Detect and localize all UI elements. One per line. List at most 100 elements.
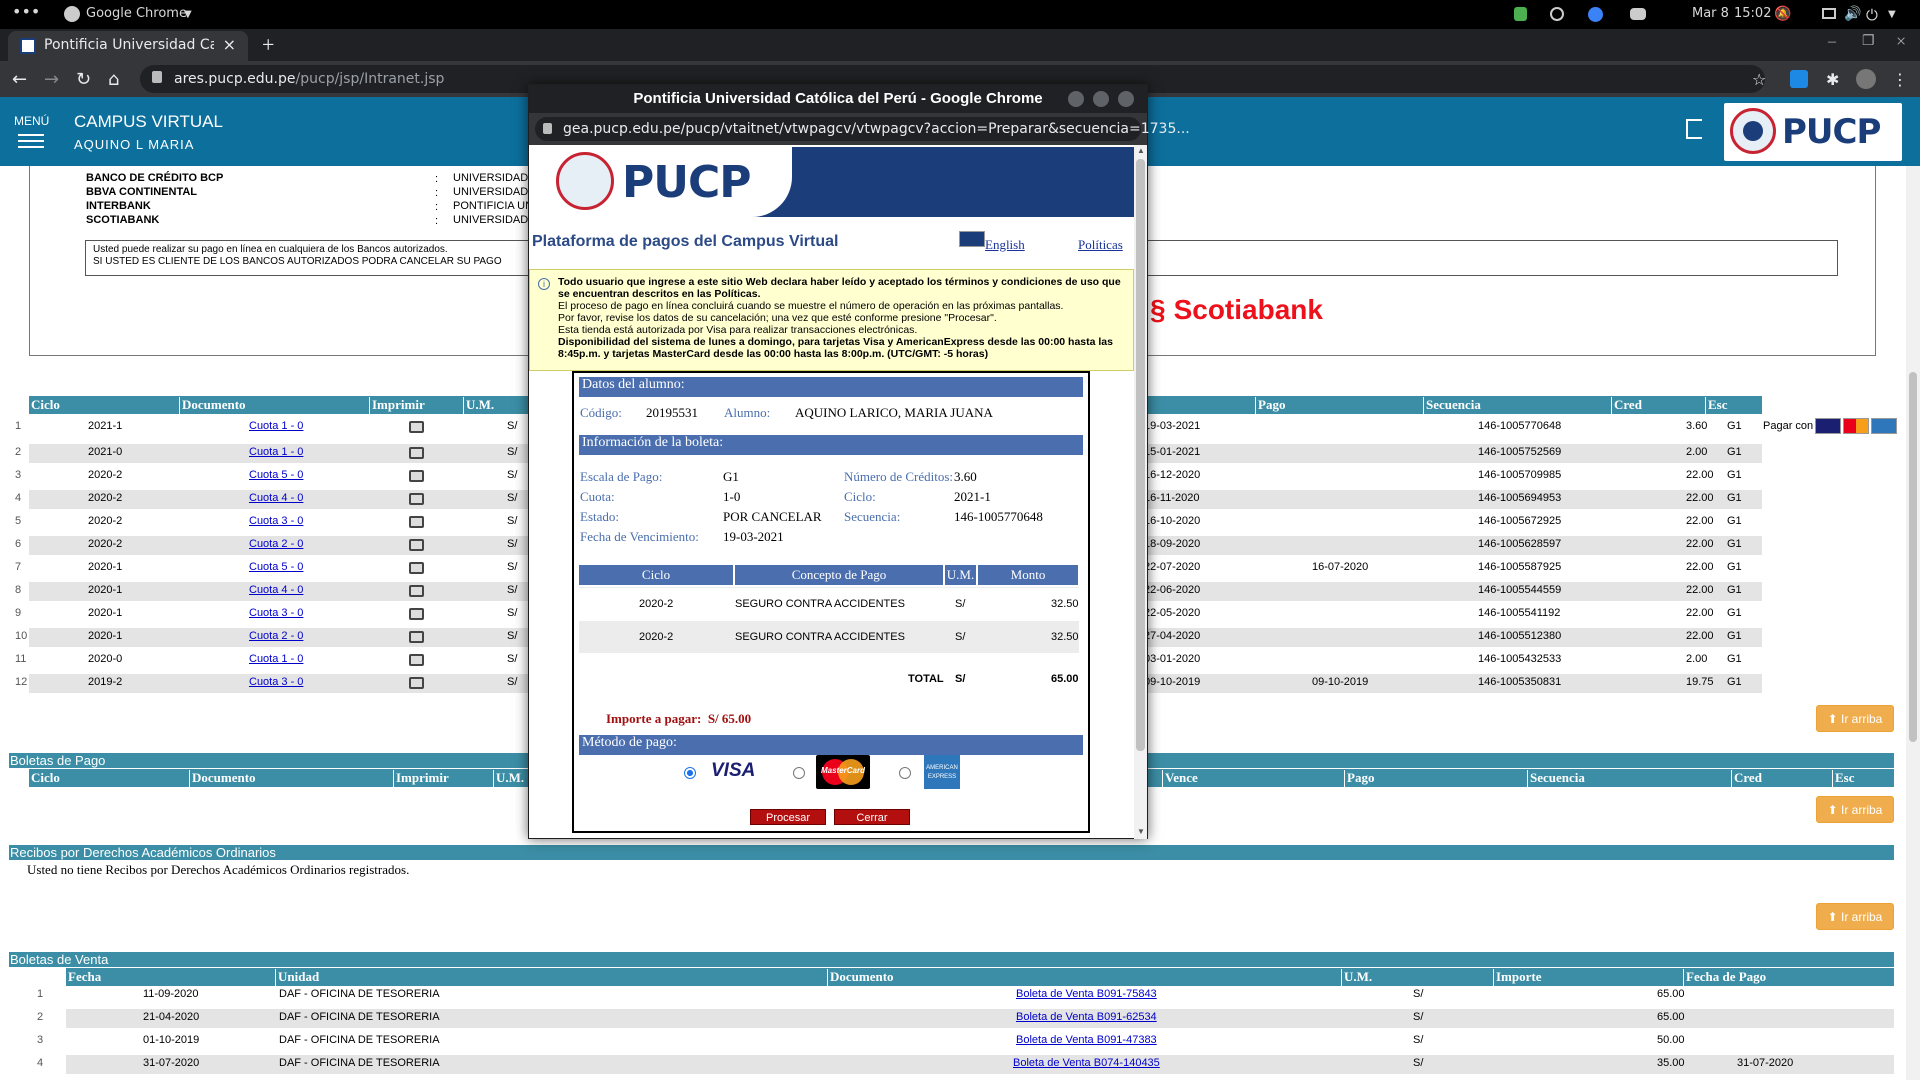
back-icon[interactable]: ← bbox=[12, 69, 27, 90]
app-menu-label[interactable]: Google Chrome bbox=[86, 6, 187, 21]
row-ciclo: 2020-2 bbox=[88, 515, 123, 527]
mastercard-card-icon[interactable] bbox=[1843, 418, 1869, 434]
printer-icon[interactable] bbox=[409, 516, 424, 528]
row-documento-link[interactable]: Cuota 3 - 0 bbox=[249, 676, 303, 688]
logout-icon[interactable] bbox=[1686, 119, 1702, 139]
close-tab-icon[interactable]: × bbox=[223, 35, 236, 54]
row-documento-link[interactable]: Boleta de Venta B091-47383 bbox=[1016, 1034, 1157, 1046]
amex-radio[interactable] bbox=[899, 767, 911, 779]
printer-icon[interactable] bbox=[409, 608, 424, 620]
row-documento-link[interactable]: Cuota 5 - 0 bbox=[249, 561, 303, 573]
row-documento-link[interactable]: Cuota 1 - 0 bbox=[249, 446, 303, 458]
hamburger-menu-icon[interactable] bbox=[18, 134, 44, 136]
close-window-icon[interactable]: × bbox=[1896, 31, 1906, 52]
codigo-value: 20195531 bbox=[646, 405, 698, 420]
new-tab-icon[interactable]: + bbox=[262, 32, 274, 58]
row-documento-link[interactable]: Cuota 3 - 0 bbox=[249, 607, 303, 619]
lock-icon[interactable] bbox=[152, 71, 162, 83]
printer-icon[interactable] bbox=[409, 677, 424, 689]
row-documento-link[interactable]: Boleta de Venta B091-75843 bbox=[1016, 988, 1157, 1000]
popup-scrollbar-thumb[interactable] bbox=[1136, 159, 1145, 751]
amex-card-icon[interactable] bbox=[1871, 418, 1897, 434]
row-documento-link[interactable]: Cuota 2 - 0 bbox=[249, 630, 303, 642]
menu-label[interactable]: MENÚ bbox=[14, 114, 49, 128]
printer-icon[interactable] bbox=[409, 447, 424, 459]
page-scrollbar[interactable] bbox=[1906, 166, 1920, 1080]
scotiabank-logo[interactable]: § Scotiabank bbox=[1150, 294, 1323, 326]
popup-scroll-down-icon[interactable]: ▼ bbox=[1137, 827, 1145, 836]
boletas-venta-title: Boletas de Venta bbox=[10, 952, 109, 967]
row-documento-link[interactable]: Cuota 3 - 0 bbox=[249, 515, 303, 527]
row-cred: 22.00 bbox=[1686, 515, 1714, 527]
page-scrollbar-thumb[interactable] bbox=[1909, 372, 1917, 742]
popup-scrollbar[interactable]: ▲ ▼ bbox=[1134, 145, 1147, 839]
visa-card-icon[interactable] bbox=[1815, 418, 1841, 434]
chrome-tray-icon[interactable] bbox=[1588, 7, 1603, 22]
col-pago: Pago bbox=[1255, 397, 1285, 415]
ir-arriba-button[interactable]: ⬆ Ir arriba bbox=[1816, 796, 1894, 823]
row-documento-link[interactable]: Boleta de Venta B091-62534 bbox=[1016, 1011, 1157, 1023]
pucp-logo[interactable]: PUCP bbox=[1724, 103, 1902, 161]
politicas-link[interactable]: Políticas bbox=[1078, 237, 1123, 253]
app-menu-chevron-icon[interactable]: ▼ bbox=[184, 9, 192, 20]
restore-window-icon[interactable]: ❐ bbox=[1862, 33, 1875, 50]
printer-icon[interactable] bbox=[409, 585, 424, 597]
forward-icon[interactable]: → bbox=[44, 69, 59, 90]
popup-maximize-icon[interactable] bbox=[1093, 91, 1109, 107]
row-documento-link[interactable]: Boleta de Venta B074-140435 bbox=[1013, 1057, 1160, 1069]
reload-icon[interactable]: ↻ bbox=[76, 69, 91, 90]
url-text[interactable]: ares.pucp.edu.pe/pucp/jsp/Intranet.jsp bbox=[174, 71, 444, 87]
mastercard-radio[interactable] bbox=[793, 767, 805, 779]
volume-icon[interactable]: 🔊 bbox=[1844, 6, 1861, 22]
printer-icon[interactable] bbox=[409, 631, 424, 643]
amex-logo[interactable]: AMERICAN EXPRESS bbox=[924, 755, 960, 789]
shield-tray-icon[interactable] bbox=[1514, 7, 1527, 21]
visa-logo[interactable]: VISA bbox=[711, 760, 755, 782]
popup-scroll-up-icon[interactable]: ▲ bbox=[1137, 146, 1145, 155]
popup-minimize-icon[interactable] bbox=[1068, 91, 1084, 107]
profile-avatar[interactable] bbox=[1856, 69, 1876, 89]
visa-radio[interactable] bbox=[684, 767, 696, 779]
activities-dots-icon[interactable]: ••• bbox=[12, 2, 40, 21]
system-menu-chevron-icon[interactable]: ▼ bbox=[1888, 9, 1896, 20]
row-um: S/ bbox=[507, 420, 518, 432]
popup-title-bar[interactable]: Pontificia Universidad Católica del Perú… bbox=[529, 85, 1147, 113]
clock-date[interactable]: Mar 8 bbox=[1692, 6, 1729, 21]
extension-s-icon[interactable] bbox=[1790, 70, 1808, 88]
row-documento-link[interactable]: Cuota 1 - 0 bbox=[249, 420, 303, 432]
clock-time[interactable]: 15:02 bbox=[1734, 6, 1771, 21]
power-icon[interactable]: ⏻ bbox=[1866, 6, 1878, 24]
tab-intranet[interactable]: Pontificia Universidad Católica del Perú… bbox=[8, 31, 248, 61]
display-icon[interactable] bbox=[1822, 8, 1836, 19]
ir-arriba-button[interactable]: ⬆ Ir arriba bbox=[1816, 705, 1894, 732]
row-unidad: DAF - OFICINA DE TESORERIA bbox=[279, 988, 440, 1000]
popup-url[interactable]: gea.pucp.edu.pe/pucp/vtaitnet/vtwpagcv/v… bbox=[563, 121, 1190, 137]
printer-icon[interactable] bbox=[409, 654, 424, 666]
row-documento-link[interactable]: Cuota 4 - 0 bbox=[249, 492, 303, 504]
whatsapp-tray-icon[interactable] bbox=[1550, 7, 1564, 21]
printer-icon[interactable] bbox=[409, 562, 424, 574]
english-link[interactable]: English bbox=[985, 237, 1025, 253]
row-documento-link[interactable]: Cuota 4 - 0 bbox=[249, 584, 303, 596]
minimize-window-icon[interactable]: – bbox=[1828, 33, 1836, 51]
browser-menu-icon[interactable]: ⋮ bbox=[1892, 70, 1908, 89]
popup-close-icon[interactable] bbox=[1118, 91, 1134, 107]
row-documento-link[interactable]: Cuota 5 - 0 bbox=[249, 469, 303, 481]
home-icon[interactable]: ⌂ bbox=[108, 69, 119, 90]
printer-icon[interactable] bbox=[409, 493, 424, 505]
procesar-button[interactable]: Procesar bbox=[750, 809, 826, 825]
discord-tray-icon[interactable] bbox=[1630, 8, 1646, 20]
extensions-puzzle-icon[interactable]: ✱ bbox=[1826, 70, 1839, 89]
notifications-off-icon[interactable]: 🔕 bbox=[1774, 6, 1791, 22]
cerrar-button[interactable]: Cerrar bbox=[834, 809, 910, 825]
printer-icon[interactable] bbox=[409, 539, 424, 551]
bookmark-star-icon[interactable]: ☆ bbox=[1752, 70, 1766, 89]
row-documento-link[interactable]: Cuota 1 - 0 bbox=[249, 653, 303, 665]
printer-icon[interactable] bbox=[409, 470, 424, 482]
mastercard-logo[interactable]: MasterCard bbox=[816, 755, 870, 789]
uk-flag-icon[interactable] bbox=[959, 231, 985, 247]
printer-icon[interactable] bbox=[409, 421, 424, 433]
ir-arriba-button[interactable]: ⬆ Ir arriba bbox=[1816, 903, 1894, 930]
popup-lock-icon[interactable] bbox=[543, 123, 552, 134]
row-documento-link[interactable]: Cuota 2 - 0 bbox=[249, 538, 303, 550]
